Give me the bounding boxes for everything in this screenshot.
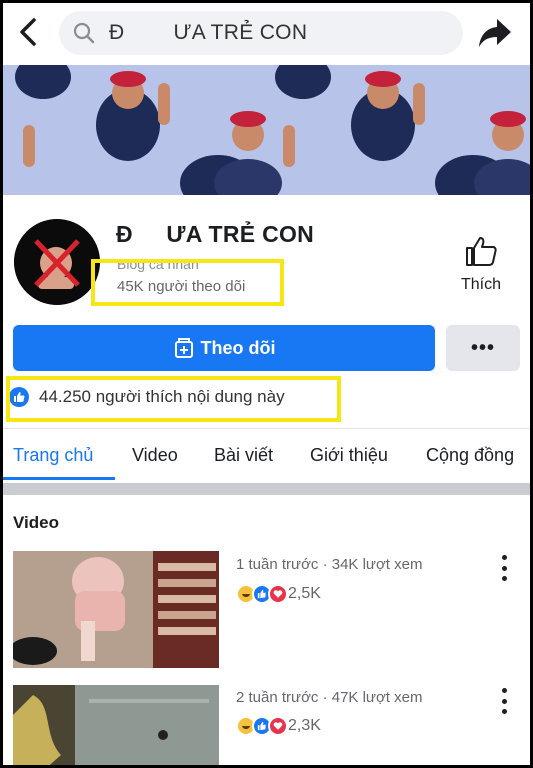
back-button[interactable] — [13, 15, 43, 49]
top-bar: Đ ƯA TRẺ CON — [3, 3, 530, 65]
avatar-image — [14, 219, 100, 305]
avatar-graphic — [14, 219, 100, 305]
page-tabs: Trang chủ Video Bài viết Giới thiệu Cộng… — [3, 428, 530, 482]
cover-photo[interactable] — [3, 65, 530, 195]
back-arrow-icon — [20, 18, 36, 46]
video-meta: 1 tuần trước · 34K lượt xem — [236, 556, 423, 573]
video-options-icon[interactable] — [497, 555, 511, 581]
follow-icon — [174, 338, 193, 358]
video-options-icon[interactable] — [497, 688, 511, 714]
tab-community[interactable]: Cộng đồng — [426, 445, 514, 466]
video-thumbnail[interactable] — [13, 551, 219, 668]
like-label: Thích — [460, 276, 501, 293]
avatar[interactable] — [11, 216, 103, 308]
share-icon — [479, 19, 511, 47]
page-title: Đ ƯA TRẺ CON — [116, 221, 315, 247]
section-divider — [3, 483, 530, 495]
search-icon — [73, 22, 95, 44]
highlight-box-likes — [6, 376, 341, 422]
thumbs-up-icon — [466, 237, 497, 266]
tab-home[interactable]: Trang chủ — [13, 445, 93, 466]
follow-button[interactable]: Theo dõi — [13, 325, 435, 371]
more-options-button[interactable]: ••• — [446, 325, 520, 371]
share-button[interactable] — [475, 15, 515, 51]
highlight-box-followers — [91, 259, 284, 306]
love-reaction-icon — [268, 716, 288, 736]
video-reactions[interactable]: 2,3K — [236, 715, 321, 737]
video-thumbnail-image — [13, 551, 219, 668]
reaction-count: 2,3K — [288, 717, 321, 734]
tab-video[interactable]: Video — [132, 445, 178, 466]
video-section-title: Video — [13, 513, 59, 532]
video-thumbnail-image — [13, 685, 219, 765]
follow-label: Theo dõi — [200, 337, 276, 358]
app-frame: Đ ƯA TRẺ CON Đ ƯA TRẺ CON Blog cá nhân 4… — [0, 0, 533, 768]
video-thumbnail[interactable] — [13, 685, 219, 765]
search-text: Đ ƯA TRẺ CON — [109, 21, 308, 44]
video-meta: 2 tuần trước · 47K lượt xem — [236, 689, 423, 706]
tab-posts[interactable]: Bài viết — [214, 445, 273, 466]
like-page-button[interactable]: Thích — [453, 235, 509, 295]
cover-pattern — [3, 65, 530, 195]
reaction-count: 2,5K — [288, 585, 321, 602]
search-field[interactable]: Đ ƯA TRẺ CON — [59, 11, 463, 55]
video-reactions[interactable]: 2,5K — [236, 583, 321, 605]
more-label: ••• — [470, 336, 495, 359]
love-reaction-icon — [268, 584, 288, 604]
tab-about[interactable]: Giới thiệu — [310, 445, 388, 466]
active-tab-indicator — [3, 477, 115, 480]
